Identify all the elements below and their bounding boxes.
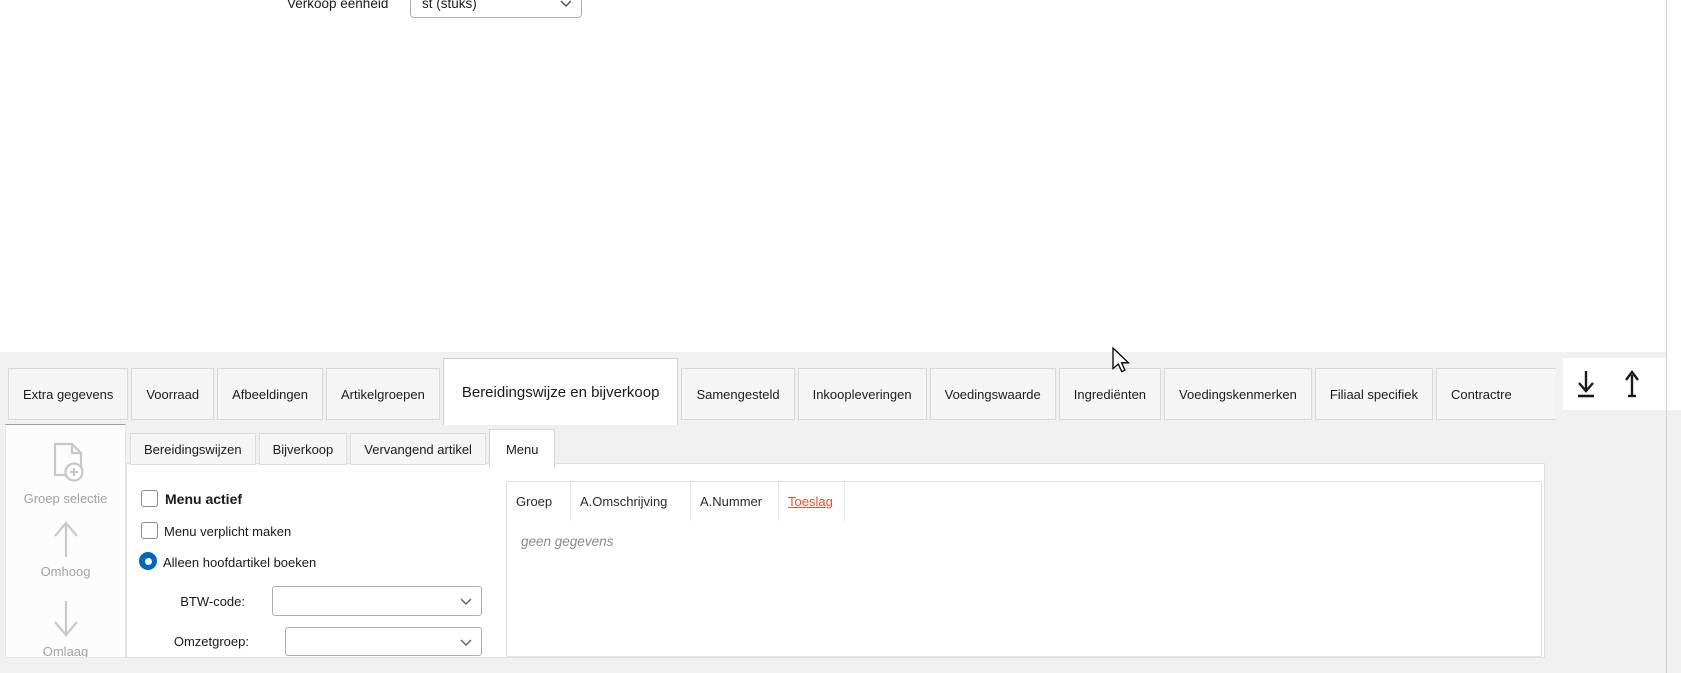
radio-dot [145,558,152,565]
menu-actief-label: Menu actief [165,491,242,507]
sale-unit-value: st (stuks) [411,0,477,11]
subtab-bijverkoop[interactable]: Bijverkoop [259,433,348,465]
main-tab-strip: Extra gegevens Voorraad Afbeeldingen Art… [8,358,1556,425]
grid-header-row: Groep A.Omschrijving A.Nummer Toeslag [507,482,1541,521]
top-form-area: Verkoop eenheid st (stuks) [0,0,1666,352]
arrow-up-icon [49,517,83,561]
subtab-vervangend-artikel[interactable]: Vervangend artikel [350,433,486,465]
omhoog-label: Omhoog [6,564,125,579]
tab-extra-gegevens[interactable]: Extra gegevens [8,368,128,420]
tab-voedingskenmerken[interactable]: Voedingskenmerken [1164,368,1312,420]
group-select-document-plus-icon [43,439,89,487]
column-header-toeslag-link[interactable]: Toeslag [779,482,845,521]
omhoog-button[interactable]: Omhoog [6,517,125,579]
arrow-up-from-bar-icon [1621,366,1643,402]
btw-code-dropdown[interactable] [272,586,482,616]
tab-inkoopleveringen[interactable]: Inkoopleveringen [798,368,927,420]
column-header-a-nummer[interactable]: A.Nummer [691,482,779,521]
grid-empty-message: geen gegevens [521,534,613,549]
sale-unit-label: Verkoop eenheid [287,0,388,11]
menu-verplicht-label: Menu verplicht maken [164,524,291,539]
tab-contractregels[interactable]: Contractre [1436,368,1556,420]
mouse-cursor [1112,347,1134,377]
chevron-down-icon [460,598,472,605]
subtab-menu[interactable]: Menu [489,429,556,468]
chevron-down-icon [560,0,572,7]
column-header-a-omschrijving[interactable]: A.Omschrijving [571,482,691,521]
menu-articles-grid: Groep A.Omschrijving A.Nummer Toeslag ge… [506,481,1542,657]
column-header-groep[interactable]: Groep [507,482,571,521]
alleen-hoofdartikel-radio[interactable] [139,552,157,570]
tab-voorraad[interactable]: Voorraad [131,368,214,420]
arrow-down-icon [49,597,83,641]
alleen-hoofdartikel-label: Alleen hoofdartikel boeken [163,555,316,570]
btw-code-label: BTW-code: [127,594,245,609]
menu-verplicht-checkbox[interactable] [141,522,158,539]
tab-filiaal-specifiek[interactable]: Filiaal specifiek [1315,368,1433,420]
window-right-margin [1667,0,1681,410]
left-toolbar: Groep selectie Omhoog Omlaag [5,424,126,658]
scroll-tabs-down-button[interactable] [1563,362,1609,406]
sub-tab-strip: Bereidingswijzen Bijverkoop Vervangend a… [130,429,555,468]
tab-voedingswaarde[interactable]: Voedingswaarde [930,368,1056,420]
article-editor-window: Verkoop eenheid st (stuks) Extra gegeven… [0,0,1681,673]
tab-bereidingswijze-en-bijverkoop[interactable]: Bereidingswijze en bijverkoop [443,358,679,425]
omzetgroep-dropdown[interactable] [285,627,482,656]
tab-samengesteld[interactable]: Samengesteld [681,368,794,420]
tab-scroll-panel [1563,358,1666,410]
menu-tab-panel: Menu actief Menu verplicht maken Alleen … [126,463,1545,658]
tab-afbeeldingen[interactable]: Afbeeldingen [217,368,323,420]
sale-unit-dropdown[interactable]: st (stuks) [410,0,582,18]
omlaag-button[interactable]: Omlaag [6,597,125,658]
groep-selectie-button[interactable]: Groep selectie [6,439,125,506]
tab-ingredienten[interactable]: Ingrediënten [1059,368,1161,420]
menu-actief-checkbox[interactable] [141,490,158,507]
groep-selectie-label: Groep selectie [6,491,125,506]
column-header-filler [845,482,1541,521]
tab-artikelgroepen[interactable]: Artikelgroepen [326,368,440,420]
omzetgroep-label: Omzetgroep: [127,634,249,649]
subtab-bereidingswijzen[interactable]: Bereidingswijzen [130,433,256,465]
arrow-down-to-bar-icon [1575,366,1597,402]
omlaag-label: Omlaag [6,644,125,658]
chevron-down-icon [460,639,472,646]
scroll-tabs-up-button[interactable] [1609,362,1655,406]
